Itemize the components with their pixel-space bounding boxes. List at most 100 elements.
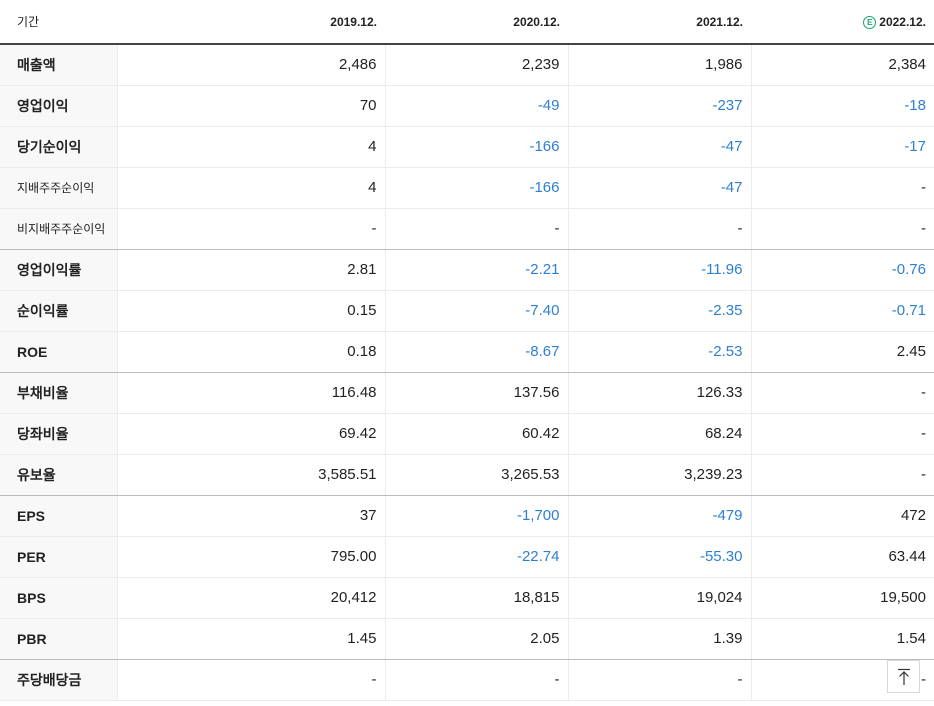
table-cell: 18,815 [384, 577, 568, 619]
table-cell: 19,500 [750, 577, 934, 619]
row-label: 매출액 [0, 44, 117, 86]
period-header-label: 기간 [0, 0, 117, 45]
table-row-per: PER 795.00 -22.74 -55.30 63.44 [0, 536, 934, 578]
table-cell: 2,239 [384, 44, 568, 86]
row-label: 영업이익 [0, 85, 117, 127]
table-cell: 63.44 [750, 536, 934, 578]
row-label: BPS [0, 577, 117, 619]
table-row-quick-ratio: 당좌비율 69.42 60.42 68.24- [0, 413, 934, 455]
table-cell: 0.15 [116, 290, 385, 332]
table-cell: 4 [116, 126, 385, 168]
row-label: 부채비율 [0, 372, 117, 414]
table-row-debt-ratio: 부채비율 116.48 137.56 126.33- [0, 372, 934, 414]
table-cell: -2.21 [384, 249, 568, 291]
table-cell: -237 [567, 85, 751, 127]
row-label: 지배주주순이익 [0, 167, 117, 209]
table-cell: 2.81 [116, 249, 385, 291]
estimate-icon: E [863, 15, 877, 29]
table-cell: -7.40 [384, 290, 568, 332]
table-cell: 1.45 [116, 618, 385, 660]
table-cell: -49 [384, 85, 568, 127]
table-cell: 116.48 [116, 372, 385, 414]
table-row-net-margin: 순이익률 0.15 -7.40 -2.35 -0.71 [0, 290, 934, 332]
table-cell: -18 [750, 85, 934, 127]
table-cell: -2.35 [567, 290, 751, 332]
period-header-2022-label: 2022.12. [879, 14, 926, 29]
table-cell: 1.39 [567, 618, 751, 660]
table-cell: 2.45 [750, 331, 934, 373]
table-cell: 37 [116, 495, 385, 537]
table-cell: 19,024 [567, 577, 751, 619]
financial-summary-table: 기간 2019.12. 2020.12. 2021.12. E 2022.12. … [0, 0, 934, 701]
table-cell: -166 [384, 167, 568, 209]
table-cell: -8.67 [384, 331, 568, 373]
table-cell: 4 [116, 167, 385, 209]
table-cell: 472 [750, 495, 934, 537]
table-row-bps: BPS 20,412 18,815 19,024 19,500 [0, 577, 934, 619]
table-row-non-controlling-net-income: 비지배주주순이익 - - - - [0, 208, 934, 250]
table-cell: 795.00 [116, 536, 385, 578]
table-row-operating-profit: 영업이익 70 -49 -237 -18 [0, 85, 934, 127]
table-cell: -0.71 [750, 290, 934, 332]
table-cell: - [384, 659, 568, 701]
table-cell: 1,986 [567, 44, 751, 86]
table-body: 매출액 2,486 2,239 1,986 2,384 영업이익 70 -49 -237 -18 당… [0, 44, 934, 701]
row-label: EPS [0, 495, 117, 537]
period-header-2021: 2021.12. [568, 0, 751, 45]
scroll-to-top-button[interactable] [887, 660, 920, 693]
table-cell: - [750, 208, 934, 250]
table-cell: 70 [116, 85, 385, 127]
table-cell: 69.42 [116, 413, 385, 455]
table-cell: 137.56 [384, 372, 568, 414]
table-cell: 20,412 [116, 577, 385, 619]
header-row: 기간 2019.12. 2020.12. 2021.12. E 2022.12. [0, 0, 934, 45]
table-cell: - [116, 208, 385, 250]
table-row-revenue: 매출액 2,486 2,239 1,986 2,384 [0, 44, 934, 86]
table-cell: -479 [567, 495, 751, 537]
period-header-2020: 2020.12. [385, 0, 568, 45]
table-cell: -47 [567, 126, 751, 168]
table-cell: -0.76 [750, 249, 934, 291]
table-cell: -2.53 [567, 331, 751, 373]
table-cell: -47 [567, 167, 751, 209]
table-cell: 1.54 [750, 618, 934, 660]
table-row-roe: ROE 0.18 -8.67 -2.53 2.45 [0, 331, 934, 373]
row-label: 유보율 [0, 454, 117, 496]
table-cell: -17 [750, 126, 934, 168]
table-cell: 68.24 [567, 413, 751, 455]
table-cell: - [116, 659, 385, 701]
arrow-up-to-top-icon [897, 668, 910, 685]
table-cell: -55.30 [567, 536, 751, 578]
period-header-2022-estimate: E 2022.12. [751, 0, 934, 45]
table-cell: - [384, 208, 568, 250]
table-cell: - [750, 454, 934, 496]
table-cell: 3,265.53 [384, 454, 568, 496]
table-cell: 126.33 [567, 372, 751, 414]
table-cell: - [567, 208, 751, 250]
row-label: 당기순이익 [0, 126, 117, 168]
table-row-controlling-net-income: 지배주주순이익 4 -166 -47- [0, 167, 934, 209]
table-row-operating-margin: 영업이익률 2.81 -2.21 -11.96 -0.76 [0, 249, 934, 291]
row-label: 당좌비율 [0, 413, 117, 455]
table-cell: -11.96 [567, 249, 751, 291]
table-cell: -166 [384, 126, 568, 168]
table-cell: -22.74 [384, 536, 568, 578]
period-header-2019: 2019.12. [117, 0, 385, 45]
table-cell: 2.05 [384, 618, 568, 660]
row-label: 주당배당금 [0, 659, 117, 701]
table-cell: - [750, 167, 934, 209]
row-label: ROE [0, 331, 117, 373]
row-label: 순이익률 [0, 290, 117, 332]
table-cell: 2,486 [116, 44, 385, 86]
row-label: PBR [0, 618, 117, 660]
table-cell: 3,585.51 [116, 454, 385, 496]
table-row-eps: EPS 37 -1,700 -479 472 [0, 495, 934, 537]
table-row-pbr: PBR 1.45 2.05 1.39 1.54 [0, 618, 934, 660]
table-cell: 2,384 [750, 44, 934, 86]
row-label: PER [0, 536, 117, 578]
table-cell: - [750, 372, 934, 414]
table-cell: - [750, 413, 934, 455]
table-cell: 3,239.23 [567, 454, 751, 496]
row-label: 비지배주주순이익 [0, 208, 117, 250]
table-cell: - [567, 659, 751, 701]
